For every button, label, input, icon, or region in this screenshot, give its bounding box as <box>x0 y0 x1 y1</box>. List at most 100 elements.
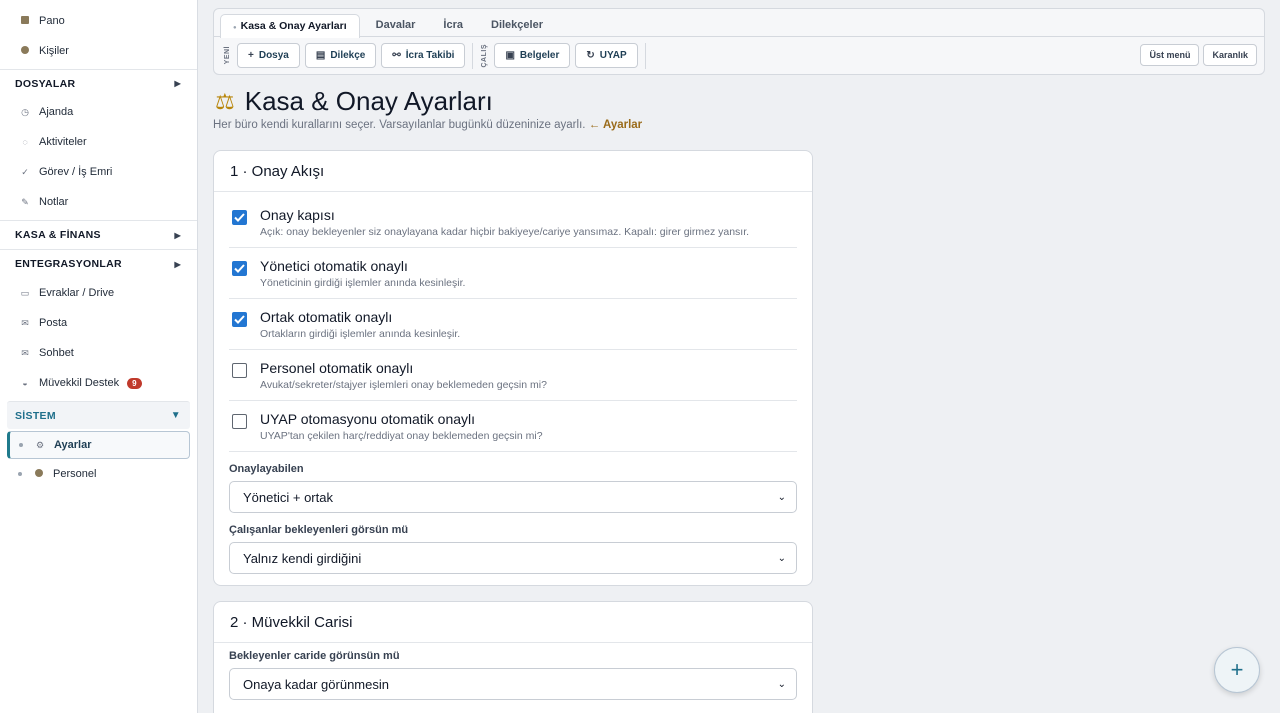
yonetici-otomatik-checkbox[interactable] <box>232 261 247 276</box>
sidebar-item-aktiviteler[interactable]: ◌ Aktiviteler <box>0 127 197 157</box>
pencil-icon: ✎ <box>21 196 29 207</box>
option-uyap-otomatik: UYAP otomasyonu otomatik onaylı UYAP'tan… <box>229 401 797 452</box>
personel-otomatik-checkbox[interactable] <box>232 363 247 378</box>
tab-icra[interactable]: İcra <box>431 14 475 37</box>
select-value: Onaya kadar görünmesin <box>243 676 389 692</box>
people-icon <box>18 46 32 56</box>
approval-flow-card: 1 · Onay Akışı Onay kapısı Açık: onay be… <box>213 150 813 586</box>
client-ledger-card: 2 · Müvekkil Carisi Bekleyenler caride g… <box>213 601 813 713</box>
sidebar-item-ajanda[interactable]: ◷ Ajanda <box>0 97 197 127</box>
sidebar-item-pano[interactable]: Pano <box>0 6 197 36</box>
sidebar-item-muvekkil-destek[interactable]: ◒ Müvekkil Destek 9 <box>0 368 197 398</box>
sidebar-item-label: Notlar <box>39 196 69 208</box>
option-title: Personel otomatik onaylı <box>260 360 414 376</box>
plus-icon: + <box>248 50 254 61</box>
option-title: Onay kapısı <box>260 207 335 223</box>
section-dosyalar[interactable]: DOSYALAR ▶ <box>0 69 197 97</box>
option-title: UYAP otomasyonu otomatik onaylı <box>260 411 476 427</box>
button-label: Dilekçe <box>330 50 366 61</box>
subtitle-text: Her büro kendi kurallarını seçer. Varsay… <box>213 119 586 131</box>
button-label: Belgeler <box>519 50 560 61</box>
option-personel-otomatik: Personel otomatik onaylı Avukat/sekreter… <box>229 350 797 401</box>
tab-kasa-onay[interactable]: ● Kasa & Onay Ayarları <box>220 14 360 38</box>
ledger-visibility-select[interactable]: Onaya kadar görünmesin ⌄ <box>229 668 797 700</box>
section-label: SİSTEM <box>15 409 56 422</box>
uyap-otomatik-checkbox[interactable] <box>232 414 247 429</box>
option-desc: Ortakların girdiği işlemler anında kesin… <box>260 328 461 340</box>
chevron-down-icon: ⌄ <box>777 678 786 690</box>
option-desc: Yöneticinin girdiği işlemler anında kesi… <box>260 277 466 289</box>
sidebar-item-label: Müvekkil Destek <box>39 377 120 389</box>
sidebar-item-label: Görev / İş Emri <box>39 166 113 178</box>
sidebar-item-gorev[interactable]: ✓ Görev / İş Emri <box>0 157 197 187</box>
page-title: Kasa & Onay Ayarları <box>244 86 493 116</box>
card-title: 2 · Müvekkil Carisi <box>214 602 812 643</box>
page-heading: ⚖ Kasa & Onay Ayarları <box>215 86 493 117</box>
expand-right-icon: ▶ <box>174 230 181 240</box>
active-dot-icon: ● <box>233 25 237 31</box>
expand-right-icon: ▶ <box>174 79 181 88</box>
chevron-down-icon: ⌄ <box>777 491 786 503</box>
sidebar-item-label: Evraklar / Drive <box>39 287 115 299</box>
sidebar-item-posta[interactable]: ✉ Posta <box>0 308 197 338</box>
belgeler-button[interactable]: ▣ Belgeler <box>494 43 571 68</box>
ledger-visibility-label: Bekleyenler caride görünsün mü <box>229 650 400 662</box>
sidebar-item-sohbet[interactable]: ✉ Sohbet <box>0 338 197 368</box>
sidebar-item-evraklar[interactable]: ▭ Evraklar / Drive <box>0 278 197 308</box>
calendar-icon: ◷ <box>21 106 29 117</box>
visibility-label: Çalışanlar bekleyenleri görsün mü <box>229 524 409 536</box>
visibility-select[interactable]: Yalnız kendi girdiğini ⌄ <box>229 542 797 574</box>
add-fab-button[interactable]: + <box>1214 647 1260 693</box>
ortak-otomatik-checkbox[interactable] <box>232 312 247 327</box>
option-desc: Avukat/sekreter/stajyer işlemleri onay b… <box>260 379 547 391</box>
archive-icon: ▣ <box>505 50 515 61</box>
uyap-button[interactable]: ↻ UYAP <box>575 43 638 68</box>
new-dosya-button[interactable]: + Dosya <box>237 43 300 68</box>
tab-dilekceler[interactable]: Dilekçeler <box>479 14 555 37</box>
sidebar-item-personel[interactable]: Personel <box>0 459 197 489</box>
toolbar-right-buttons: Üst menü Karanlık <box>1136 44 1257 66</box>
group-label-calis: ÇALIŞ <box>481 43 489 68</box>
button-label: Dosya <box>258 50 289 61</box>
sidebar-item-label: Ajanda <box>39 106 74 118</box>
section-label: DOSYALAR <box>15 77 76 90</box>
tab-label: Kasa & Onay Ayarları <box>240 20 347 32</box>
unread-count-badge: 9 <box>127 377 142 389</box>
tab-davalar[interactable]: Davalar <box>364 14 428 37</box>
toolbar-divider <box>644 42 646 69</box>
sidebar-item-label: Sohbet <box>39 347 74 359</box>
sidebar-item-label: Aktiviteler <box>39 136 87 148</box>
top-menu-button[interactable]: Üst menü <box>1140 44 1200 66</box>
section-entegrasyonlar[interactable]: ENTEGRASYONLAR ▶ <box>0 249 197 278</box>
sidebar-item-kisiler[interactable]: Kişiler <box>0 36 197 66</box>
sidebar-item-notlar[interactable]: ✎ Notlar <box>0 187 197 217</box>
person-icon <box>32 469 46 479</box>
button-label: İcra Takibi <box>405 50 455 61</box>
sidebar-item-label: Pano <box>39 15 65 27</box>
section-kasa-finans[interactable]: KASA & FİNANS ▶ <box>0 220 197 249</box>
sidebar-item-ayarlar[interactable]: ⚙ Ayarlar <box>7 431 190 459</box>
chat-icon: ✉ <box>21 347 29 358</box>
new-dilekce-button[interactable]: ▤ Dilekçe <box>304 43 377 68</box>
bullet-icon <box>18 472 22 476</box>
document-icon: ▤ <box>315 50 326 61</box>
gear-icon: ⚙ <box>35 439 45 450</box>
new-icra-takibi-button[interactable]: ⚯ İcra Takibi <box>381 43 466 68</box>
sidebar-item-label: Ayarlar <box>54 439 92 451</box>
folder-icon: ▭ <box>20 287 30 298</box>
top-toolbar: ● Kasa & Onay Ayarları Davalar İcra Dilek… <box>213 8 1265 75</box>
toolbar-actions: YENİ + Dosya ▤ Dilekçe ⚯ İcra Takibi ÇALIŞ … <box>214 37 1264 74</box>
dark-mode-button[interactable]: Karanlık <box>1203 44 1257 66</box>
page-subtitle: Her büro kendi kurallarını seçer. Varsay… <box>213 119 642 131</box>
section-sistem[interactable]: SİSTEM ▼ <box>7 401 190 429</box>
expand-right-icon: ▶ <box>174 259 181 269</box>
back-to-settings-link[interactable]: ← Ayarlar <box>589 119 642 131</box>
toolbar-divider <box>472 42 474 69</box>
sidebar-item-label: Posta <box>39 317 68 329</box>
option-yonetici-otomatik: Yönetici otomatik onaylı Yöneticinin gir… <box>229 248 797 299</box>
binoculars-icon: ⚯ <box>392 50 401 61</box>
onay-kapisi-checkbox[interactable] <box>232 210 247 225</box>
bullet-icon <box>19 443 23 447</box>
approver-select[interactable]: Yönetici + ortak ⌄ <box>229 481 797 513</box>
option-desc: Açık: onay bekleyenler siz onaylayana ka… <box>260 226 750 238</box>
